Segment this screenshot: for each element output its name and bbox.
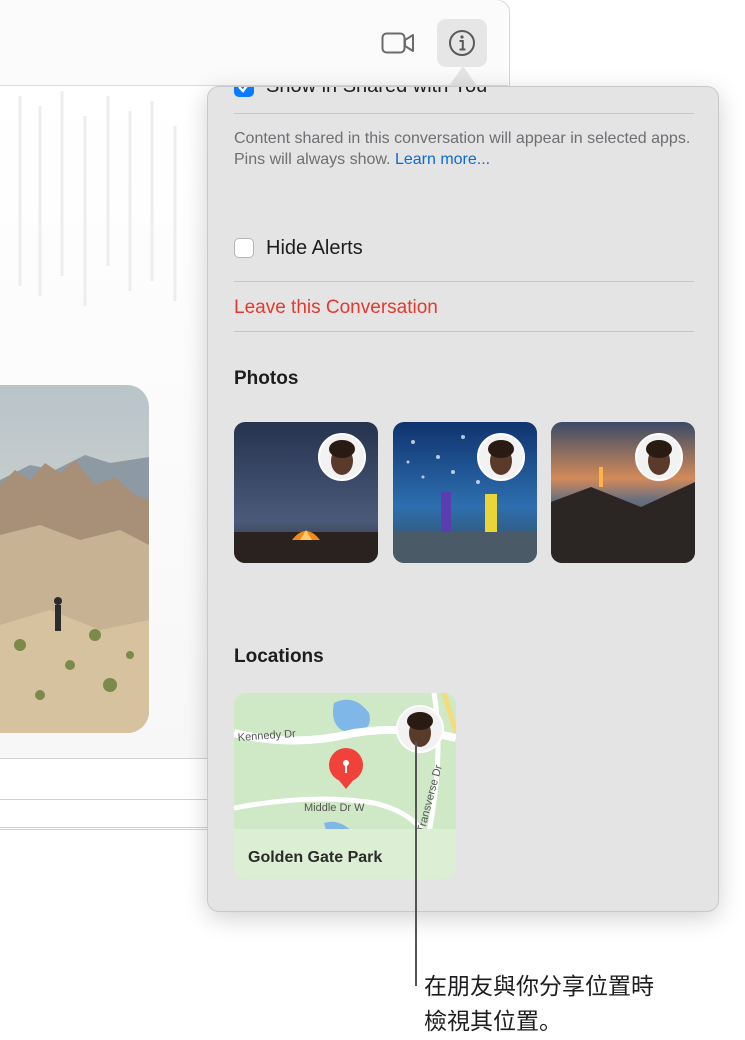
locations-title: Locations [234,646,324,667]
memoji-avatar [396,705,444,753]
info-icon [449,30,475,56]
separator [234,281,694,282]
video-camera-icon[interactable] [381,30,415,56]
callout-line [415,742,417,986]
shared-description: Content shared in this conversation will… [234,128,704,170]
toolbar [0,0,508,86]
details-popover: Show in Shared with You Content shared i… [207,86,719,912]
location-map-card[interactable]: Kennedy Dr Middle Dr W Transverse Dr Gol… [234,693,456,879]
divider [0,758,220,759]
photos-title: Photos [234,368,299,389]
leave-conversation-button[interactable]: Leave this Conversation [234,297,438,319]
shared-with-you-row: Show in Shared with You [208,87,718,99]
location-name: Golden Gate Park [248,849,383,866]
map-label-bar: Golden Gate Park [234,829,456,879]
hide-alerts-label: Hide Alerts [266,237,363,259]
callout-text: 在朋友與你分享位置時 檢視其位置。 [424,970,734,1040]
separator [234,113,694,114]
hide-alerts-checkbox[interactable] [234,238,254,258]
divider [0,799,220,800]
desert-photo-message[interactable] [0,385,149,733]
divider [0,827,220,828]
separator [234,331,694,332]
memoji-avatar [635,433,683,481]
shared-with-you-label: Show in Shared with You [266,87,487,98]
callout-line-1: 在朋友與你分享位置時 [424,974,654,1000]
checkmark-icon[interactable] [234,87,254,97]
callout-line-2: 檢視其位置。 [424,1009,562,1035]
memoji-avatar [477,433,525,481]
popover-arrow [449,66,477,86]
photo-thumbnail[interactable] [551,422,695,563]
photo-thumbnail[interactable] [234,422,378,563]
photo-thumbnail[interactable] [393,422,537,563]
street-label: Middle Dr W [304,802,365,814]
memoji-avatar [318,433,366,481]
learn-more-link[interactable]: Learn more... [395,151,490,168]
info-button[interactable] [437,19,487,67]
decorative-streaks [18,91,177,306]
